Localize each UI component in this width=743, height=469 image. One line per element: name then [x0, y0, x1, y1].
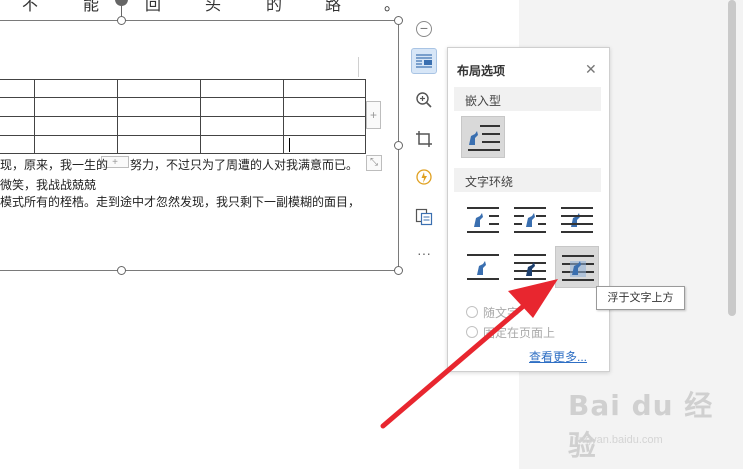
layout-options-button[interactable] — [411, 48, 437, 74]
wrap-option-in-front-of-text[interactable] — [555, 246, 599, 288]
resize-handle[interactable] — [394, 141, 403, 150]
see-more-link[interactable]: 查看更多... — [529, 348, 587, 365]
resize-handle[interactable] — [117, 266, 126, 275]
radio-label: 固定在页面上 — [483, 326, 556, 340]
wrap-option-square[interactable] — [461, 199, 505, 241]
watermark-url: jingyan.baidu.com — [574, 434, 663, 446]
tooltip: 浮于文字上方 — [596, 286, 685, 310]
zoom-in-icon — [416, 92, 432, 108]
lightbulb-icon — [416, 169, 432, 185]
top-bottom-wrap-icon — [467, 254, 499, 280]
crop-icon — [416, 131, 432, 147]
tight-wrap-icon — [514, 207, 546, 233]
layout-options-icon — [416, 54, 432, 68]
resize-handle[interactable] — [394, 16, 403, 25]
through-wrap-icon — [514, 254, 546, 280]
text-char: 头 — [205, 0, 222, 14]
convert-button[interactable] — [411, 204, 437, 230]
previous-text-line: 不 能 回 头 的 路 。 — [0, 0, 400, 14]
wrap-option-tight[interactable] — [508, 199, 552, 241]
zoom-button[interactable] — [411, 87, 437, 113]
wrap-option-inline[interactable] — [461, 116, 505, 158]
document-canvas[interactable]: 不 能 回 头 的 路 。 + + ⤡ 现，原来，我一生的 努力，不过只为了周遭… — [0, 0, 519, 469]
section-label: 文字环绕 — [465, 175, 514, 189]
resize-handle[interactable] — [394, 266, 403, 275]
image-tools-button[interactable] — [411, 165, 437, 191]
text-char: 能 — [83, 0, 100, 14]
close-icon[interactable]: ✕ — [585, 61, 597, 78]
section-header-wrap: 文字环绕 — [454, 168, 601, 192]
text-char: 路 — [325, 0, 342, 14]
watermark-logo: Bai du 经验 — [568, 389, 714, 462]
wrap-option-through[interactable] — [508, 246, 552, 288]
text-char: 。 — [384, 0, 401, 14]
radio-button[interactable] — [466, 306, 478, 318]
text-char: 不 — [22, 0, 39, 14]
collapse-toolbar-button[interactable]: − — [416, 21, 432, 37]
radio-move-with-text[interactable]: 随文字 — [466, 304, 519, 321]
convert-icon — [415, 208, 433, 226]
panel-title: 布局选项 — [457, 64, 506, 78]
selection-frame[interactable] — [0, 16, 403, 275]
watermark: Bai du 经验 jingyan.baidu.com — [568, 384, 738, 464]
wrap-option-top-bottom[interactable] — [461, 246, 505, 288]
behind-text-icon — [561, 207, 593, 233]
in-front-of-text-icon — [562, 255, 594, 281]
rotate-stem — [121, 5, 122, 17]
text-char: 回 — [145, 0, 162, 14]
scrollbar-thumb[interactable] — [728, 0, 736, 316]
radio-fixed-position[interactable]: 固定在页面上 — [466, 324, 555, 341]
floating-toolbar: − ··· — [411, 20, 439, 270]
radio-label: 随文字 — [483, 306, 520, 320]
layout-options-panel: 布局选项 ✕ 嵌入型 文字环绕 随文字 固定在页面上 查看更多... — [447, 47, 610, 372]
text-char: 的 — [266, 0, 283, 14]
more-button[interactable]: ··· — [411, 243, 437, 269]
crop-button[interactable] — [411, 126, 437, 152]
inline-wrap-icon — [468, 125, 500, 151]
wrap-option-behind-text[interactable] — [555, 199, 599, 241]
section-label: 嵌入型 — [465, 94, 502, 108]
square-wrap-icon — [467, 207, 499, 233]
radio-button[interactable] — [466, 326, 478, 338]
section-header-inline: 嵌入型 — [454, 87, 601, 111]
resize-handle[interactable] — [117, 16, 126, 25]
